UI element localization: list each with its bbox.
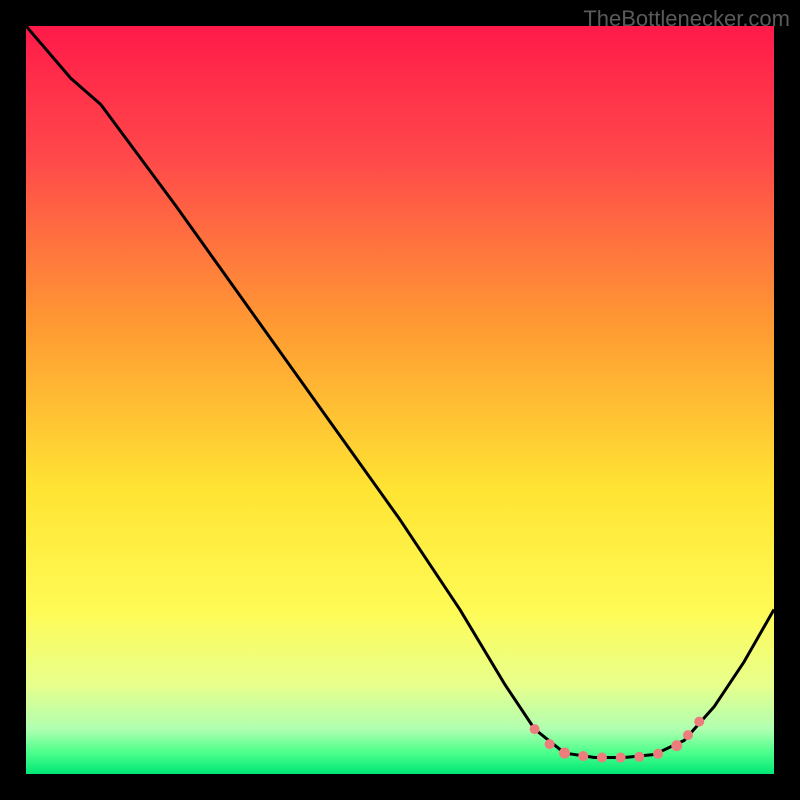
chart-marker [559,748,570,759]
chart-plot-area [26,26,774,774]
chart-markers [26,26,774,774]
chart-marker [683,730,693,740]
chart-marker [578,751,588,761]
chart-marker [694,717,704,727]
watermark-text: TheBottlenecker.com [583,6,790,32]
chart-marker [671,740,682,751]
chart-marker [616,753,626,763]
chart-marker [530,724,540,734]
chart-marker [634,752,644,762]
chart-marker [653,749,663,759]
chart-marker [545,739,555,749]
chart-marker [597,753,607,763]
